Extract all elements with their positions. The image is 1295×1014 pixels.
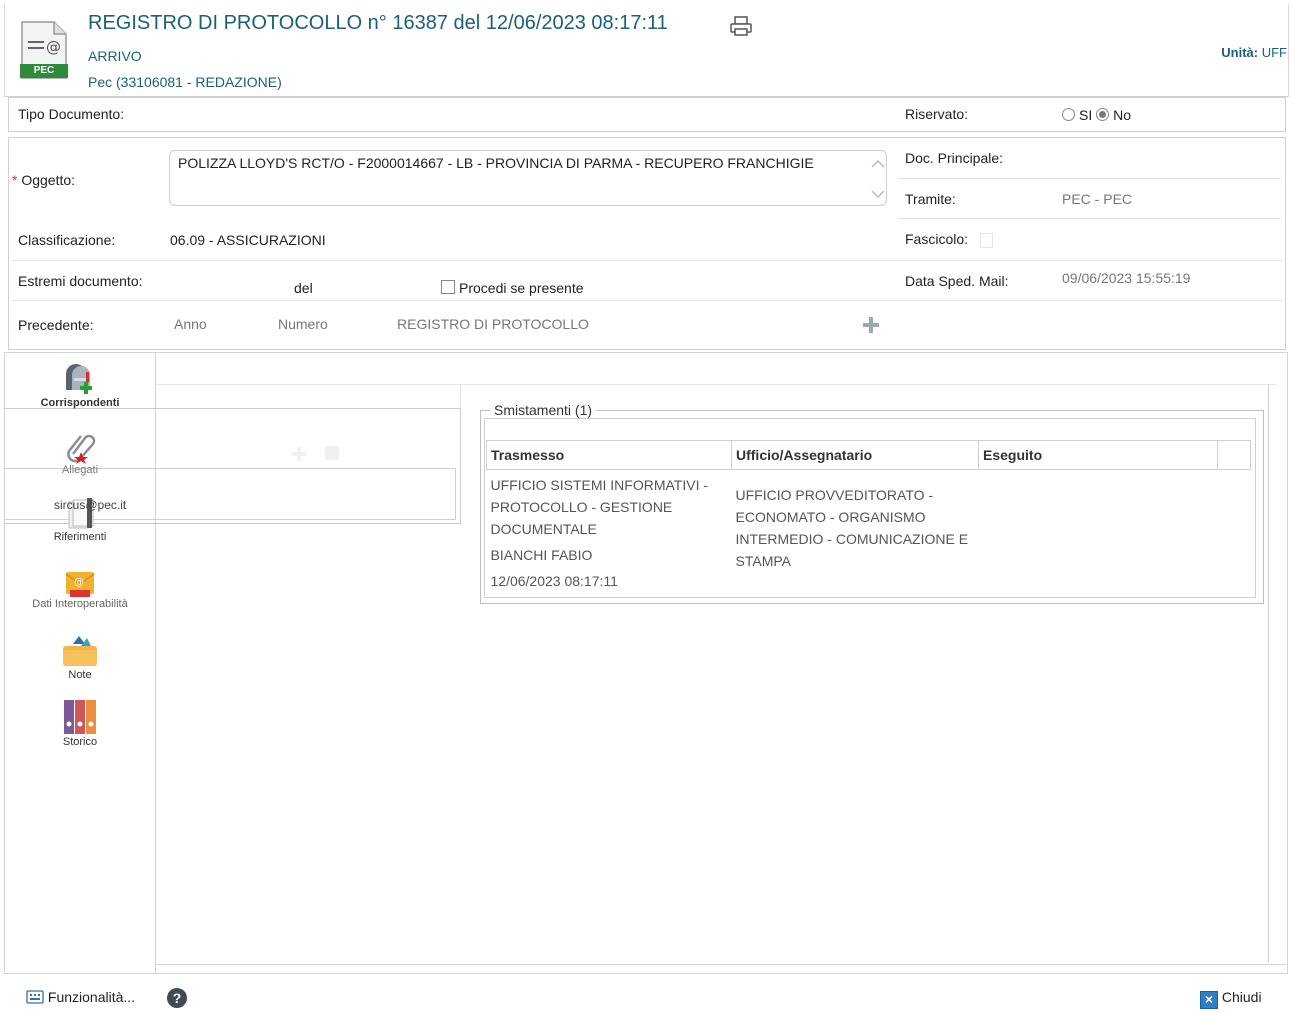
funzionalita-label: Funzionalità...	[47, 989, 136, 1005]
address-book-icon[interactable]	[325, 446, 339, 460]
fascicolo-label: Fascicolo:	[905, 231, 969, 247]
help-icon[interactable]: ?	[167, 988, 187, 1008]
riservato-si-option[interactable]: SI	[1062, 107, 1092, 123]
anno-input[interactable]: Anno	[174, 316, 207, 332]
doc-principale-label: Doc. Principale:	[905, 150, 1004, 166]
procedi-checkbox[interactable]	[441, 280, 455, 294]
chiudi-button[interactable]: × Chiudi	[1200, 989, 1262, 1009]
sidebar-label-allegati: Allegati	[61, 464, 99, 476]
trasmesso-data: 12/06/2023 08:17:11	[490, 573, 618, 589]
sidebar-label-corrispondenti: Corrispondenti	[40, 397, 120, 409]
add-precedente-icon[interactable]	[862, 316, 880, 337]
sidebar-item-corrispondenti[interactable]: Corrispondenti	[4, 360, 156, 409]
radio-si[interactable]	[1062, 108, 1075, 121]
corrispondente-email: sircus@pec.it	[54, 498, 127, 512]
cell-eseguito	[979, 470, 1218, 597]
data-sped-label: Data Sped. Mail:	[905, 273, 1009, 289]
oggetto-label: Oggetto:	[21, 172, 76, 188]
tramite-label: Tramite:	[905, 191, 956, 207]
paperclip-icon	[67, 434, 96, 464]
tipo-documento-label: Tipo Documento:	[18, 106, 125, 122]
data-sped-value: 09/06/2023 15:55:19	[1062, 270, 1191, 286]
unit-indicator: Unità: UFF	[1221, 45, 1287, 60]
column-header-trasmesso[interactable]: Trasmesso	[486, 440, 732, 470]
radio-no[interactable]	[1096, 108, 1110, 121]
classificazione-label: Classificazione:	[18, 232, 116, 248]
radio-si-label: SI	[1079, 107, 1093, 123]
sidebar-item-storico[interactable]: Storico	[4, 698, 156, 748]
fascicolo-lookup-icon[interactable]	[980, 233, 993, 248]
table-row: UFFICIO SISTEMI INFORMATIVI - PROTOCOLLO…	[487, 470, 1251, 597]
svg-text:@: @	[74, 577, 84, 588]
unit-label: Unità:	[1221, 45, 1259, 60]
required-marker: *	[12, 172, 18, 188]
divider	[12, 300, 1282, 301]
tramite-value: PEC - PEC	[1062, 191, 1133, 207]
cell-actions	[1218, 470, 1251, 597]
pec-icon-label: PEC	[33, 65, 55, 76]
smistamenti-table: Trasmesso Ufficio/Assegnatario Eseguito …	[486, 440, 1251, 596]
sidebar-item-allegati[interactable]: Allegati	[4, 430, 156, 476]
sidebar-label-note: Note	[68, 669, 92, 681]
divider	[898, 178, 1282, 179]
add-corrispondente-icon[interactable]	[291, 446, 307, 465]
page-title: REGISTRO DI PROTOCOLLO n° 16387 del 12/0…	[88, 12, 668, 34]
smistamenti-legend: Smistamenti (1)	[490, 402, 597, 418]
riservato-no-option[interactable]: No	[1096, 107, 1131, 123]
divider	[156, 384, 1276, 385]
oggetto-textarea[interactable]: POLIZZA LLOYD'S RCT/O - F2000014667 - LB…	[169, 150, 887, 206]
direction-label: ARRIVO	[88, 48, 142, 64]
sidebar-label-storico: Storico	[62, 736, 98, 748]
registro-select[interactable]: REGISTRO DI PROTOCOLLO	[397, 316, 589, 332]
precedente-label: Precedente:	[18, 317, 94, 333]
print-icon[interactable]	[730, 16, 752, 39]
cell-assegnatario: UFFICIO PROVVEDITORATO - ECONOMATO - ORG…	[732, 470, 979, 597]
oggetto-label-group: * Oggetto:	[12, 172, 75, 188]
sidebar-item-dati-interoperabilita[interactable]: @ Dati Interoperabilità	[4, 568, 156, 610]
procedi-label: Procedi se presente	[459, 280, 584, 296]
sidebar-item-note[interactable]: Note	[4, 634, 156, 681]
textarea-scroll-down-icon[interactable]	[870, 186, 886, 202]
trasmesso-ufficio: UFFICIO SISTEMI INFORMATIVI - PROTOCOLLO…	[490, 477, 709, 537]
chiudi-label: Chiudi	[1221, 989, 1262, 1005]
folder-notes-icon	[63, 636, 97, 666]
classificazione-value: 06.09 - ASSICURAZIONI	[170, 232, 326, 248]
riservato-radio-group: SI No	[1062, 107, 1131, 123]
sidebar-label-riferimenti: Riferimenti	[53, 531, 107, 543]
unit-value: UFF	[1261, 45, 1287, 60]
binders-icon	[64, 700, 96, 734]
close-icon: ×	[1200, 991, 1218, 1009]
oggetto-value: POLIZZA LLOYD'S RCT/O - F2000014667 - LB…	[178, 155, 814, 171]
textarea-scroll-up-icon[interactable]	[870, 156, 886, 172]
divider	[12, 260, 1282, 261]
cell-trasmesso: UFFICIO SISTEMI INFORMATIVI - PROTOCOLLO…	[487, 470, 732, 597]
mailbox-icon	[66, 364, 92, 394]
column-header-assegnatario[interactable]: Ufficio/Assegnatario	[731, 440, 979, 470]
divider	[156, 964, 1286, 965]
sidebar-label-dati-interoperabilita: Dati Interoperabilità	[32, 598, 128, 610]
estremi-del-label: del	[294, 280, 313, 296]
divider	[1268, 384, 1269, 962]
svg-text:@: @	[46, 38, 61, 56]
trasmesso-persona: BIANCHI FABIO	[490, 547, 593, 563]
source-label: Pec (33106081 - REDAZIONE)	[88, 74, 282, 90]
riservato-label: Riservato:	[905, 106, 969, 122]
keyboard-icon	[26, 990, 44, 1004]
assegnatario-value: UFFICIO PROVVEDITORATO - ECONOMATO - ORG…	[735, 487, 969, 569]
pec-envelope-icon: @	[65, 572, 95, 597]
pec-document-icon: @ PEC	[20, 20, 68, 80]
numero-input[interactable]: Numero	[278, 316, 328, 332]
column-header-actions	[1217, 440, 1251, 470]
estremi-label: Estremi documento:	[18, 273, 143, 289]
column-header-eseguito[interactable]: Eseguito	[978, 440, 1218, 470]
funzionalita-button[interactable]: Funzionalità...	[26, 989, 135, 1005]
procedi-checkbox-group[interactable]: Procedi se presente	[441, 280, 584, 296]
radio-no-label: No	[1113, 107, 1132, 123]
divider	[898, 218, 1282, 219]
